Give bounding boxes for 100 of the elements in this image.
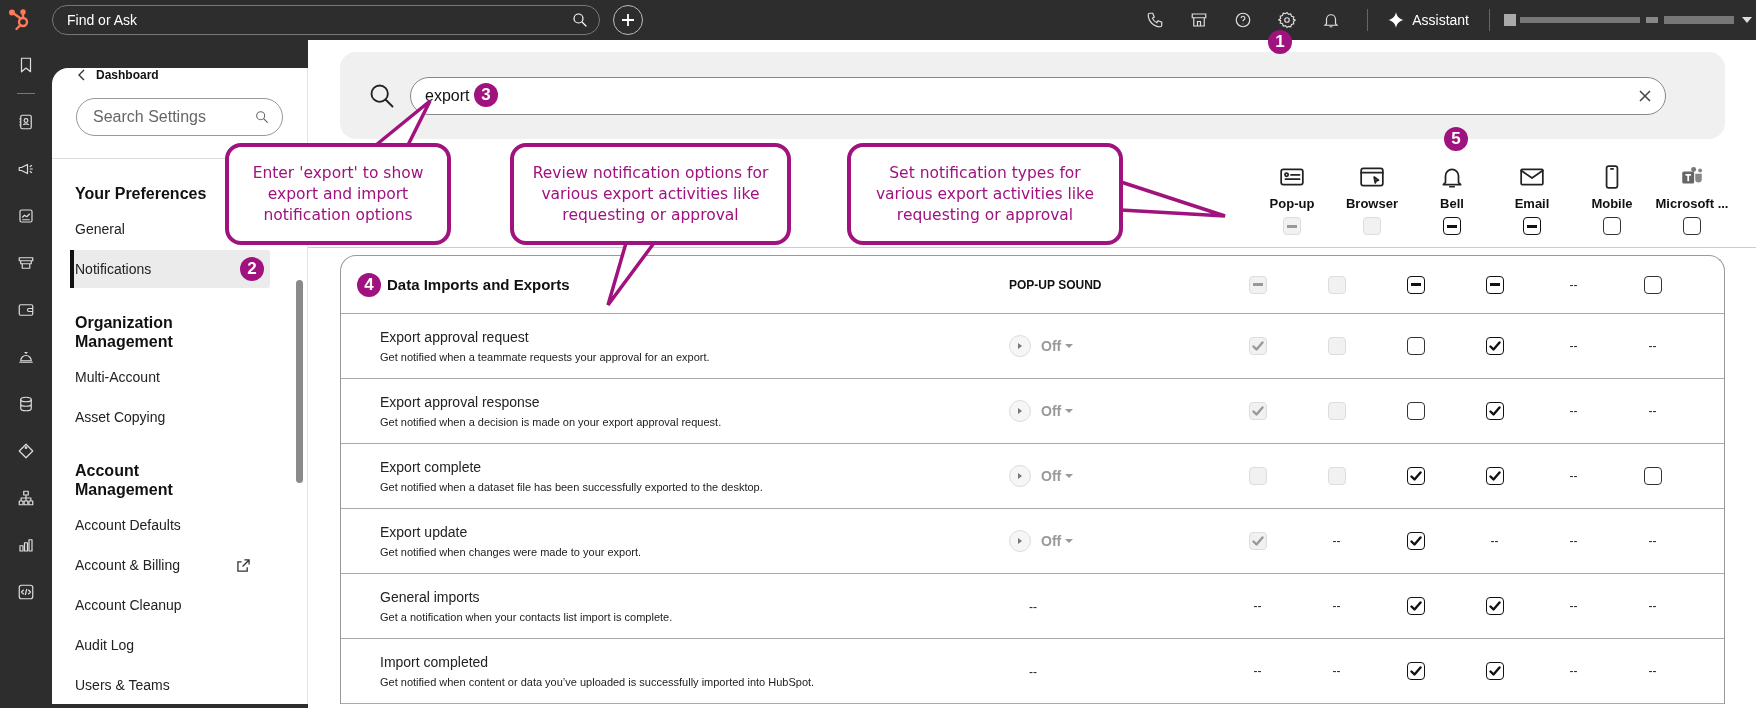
checkbox[interactable]: [1406, 597, 1425, 615]
checkbox[interactable]: [1406, 337, 1425, 355]
assistant-button[interactable]: Assistant: [1382, 12, 1475, 28]
play-icon: [1016, 472, 1024, 480]
group-title: Data Imports and Exports: [387, 276, 570, 293]
nav-item[interactable]: Users & Teams: [70, 666, 176, 704]
sparkle-icon: [1388, 12, 1405, 28]
notification-description: Get notified when a decision is made on your export approval request.: [380, 416, 723, 428]
caret-icon: [1065, 538, 1074, 544]
play-sound-button[interactable]: [1009, 465, 1031, 487]
checkbox[interactable]: [1485, 467, 1504, 485]
channel-label: Pop-up: [1269, 196, 1315, 211]
checkbox[interactable]: [1643, 275, 1662, 294]
section-heading: Account Management: [74, 461, 174, 499]
checkbox[interactable]: [1406, 532, 1425, 550]
caret-icon: [1065, 408, 1074, 414]
empty-value: --: [1332, 664, 1341, 678]
annotation-callout: Set notification types for various export activities like requesting or approval: [847, 143, 1123, 245]
notification-title: General imports: [380, 589, 481, 605]
nav-item[interactable]: Asset Copying: [70, 398, 172, 436]
empty-value: --: [1332, 534, 1341, 548]
play-sound-button[interactable]: [1009, 400, 1031, 422]
checkbox[interactable]: [1485, 597, 1504, 615]
help-icon: [1234, 11, 1253, 29]
tag-icon[interactable]: [17, 442, 35, 460]
report-icon[interactable]: [17, 207, 35, 225]
caret-icon: [1065, 473, 1074, 479]
empty-value: --: [1648, 599, 1657, 613]
back-link[interactable]: Dashboard: [78, 68, 159, 82]
play-icon: [1016, 407, 1024, 415]
notifications-button[interactable]: [1322, 11, 1341, 29]
checkbox[interactable]: [1406, 467, 1425, 485]
search-icon: [254, 109, 270, 125]
play-sound-button[interactable]: [1009, 530, 1031, 552]
clear-icon[interactable]: [1639, 89, 1651, 102]
checkbox[interactable]: [1443, 217, 1461, 235]
nav-item[interactable]: General: [70, 210, 131, 248]
checkbox[interactable]: [1406, 402, 1425, 420]
nav-item[interactable]: Account & Billing: [70, 546, 270, 584]
channel-label: Microsoft ...: [1655, 196, 1729, 211]
nav-item[interactable]: Audit Log: [70, 626, 141, 664]
empty-value: --: [1490, 534, 1499, 548]
checkbox[interactable]: [1406, 662, 1425, 680]
empty-value: --: [1253, 664, 1262, 678]
empty-value: --: [1332, 599, 1341, 613]
store-icon[interactable]: [17, 254, 35, 272]
channel-label: Bell: [1440, 196, 1464, 211]
notification-title: Import completed: [380, 654, 490, 670]
caret-icon: [1065, 343, 1074, 349]
caret-icon[interactable]: [1742, 17, 1752, 23]
checkbox[interactable]: [1485, 275, 1504, 294]
section-heading: Your Preferences: [74, 184, 208, 203]
notification-description: Get notified when content or data you’ve uploaded is successfully imported into HubSpot.: [380, 676, 816, 688]
checkbox[interactable]: [1485, 402, 1504, 420]
org-chart-icon[interactable]: [17, 489, 35, 507]
settings-button[interactable]: [1278, 11, 1297, 29]
channel-label: Mobile: [1591, 196, 1633, 211]
chevron-left-icon: [78, 69, 86, 81]
checkbox[interactable]: [1683, 217, 1701, 235]
nav-item[interactable]: Account Cleanup: [70, 586, 188, 624]
column-heading: POP-UP SOUND: [1009, 277, 1103, 292]
step-badge: 2: [240, 257, 264, 281]
channel-label: Email: [1514, 196, 1550, 211]
marketplace-button[interactable]: [1190, 11, 1209, 29]
empty-value: --: [1569, 664, 1578, 678]
checkbox[interactable]: [1485, 337, 1504, 355]
global-search-field[interactable]: Find or Ask: [52, 5, 600, 35]
phone-icon: [1146, 11, 1165, 29]
checkbox[interactable]: [1406, 275, 1425, 294]
wallet-icon[interactable]: [17, 301, 35, 319]
empty-value: --: [1253, 599, 1262, 613]
play-sound-button[interactable]: [1009, 335, 1031, 357]
notification-description: Get notified when a teammate requests your approval for an export.: [380, 351, 711, 363]
phone-button[interactable]: [1146, 11, 1165, 29]
database-icon[interactable]: [17, 395, 35, 413]
nav-item[interactable]: Notifications 2: [70, 250, 270, 288]
bell-icon: [1322, 11, 1341, 29]
section-heading: Organization Management: [74, 313, 174, 351]
notification-description: Get a notification when your contacts list import is complete.: [380, 611, 674, 623]
checkbox[interactable]: [1643, 467, 1662, 485]
contact-card-icon[interactable]: [17, 113, 35, 131]
bar-chart-icon[interactable]: [17, 536, 35, 554]
checkbox[interactable]: [1485, 662, 1504, 680]
play-icon: [1016, 342, 1024, 350]
notification-title: Export complete: [380, 459, 483, 475]
nav-item[interactable]: Multi-Account: [70, 358, 166, 396]
notification-description: Get notified when a dataset file has been successfully exported to the desktop.: [380, 481, 764, 493]
plus-icon: [621, 13, 635, 27]
nav-item[interactable]: Account Defaults: [70, 506, 187, 544]
annotation-callout: Review notification options for various export activities like requesting or approval: [510, 143, 791, 245]
scrollbar-thumb[interactable]: [296, 280, 303, 483]
checkbox[interactable]: [1603, 217, 1621, 235]
help-button[interactable]: [1234, 11, 1253, 29]
notification-title: Export update: [380, 524, 469, 540]
notification-description: Get notified when changes were made to your export.: [380, 546, 643, 558]
step-badge: 4: [357, 272, 381, 297]
checkbox[interactable]: [1523, 217, 1541, 235]
code-icon[interactable]: [17, 583, 35, 601]
channel-label: Browser: [1346, 196, 1398, 211]
notification-title: Export approval response: [380, 394, 541, 410]
